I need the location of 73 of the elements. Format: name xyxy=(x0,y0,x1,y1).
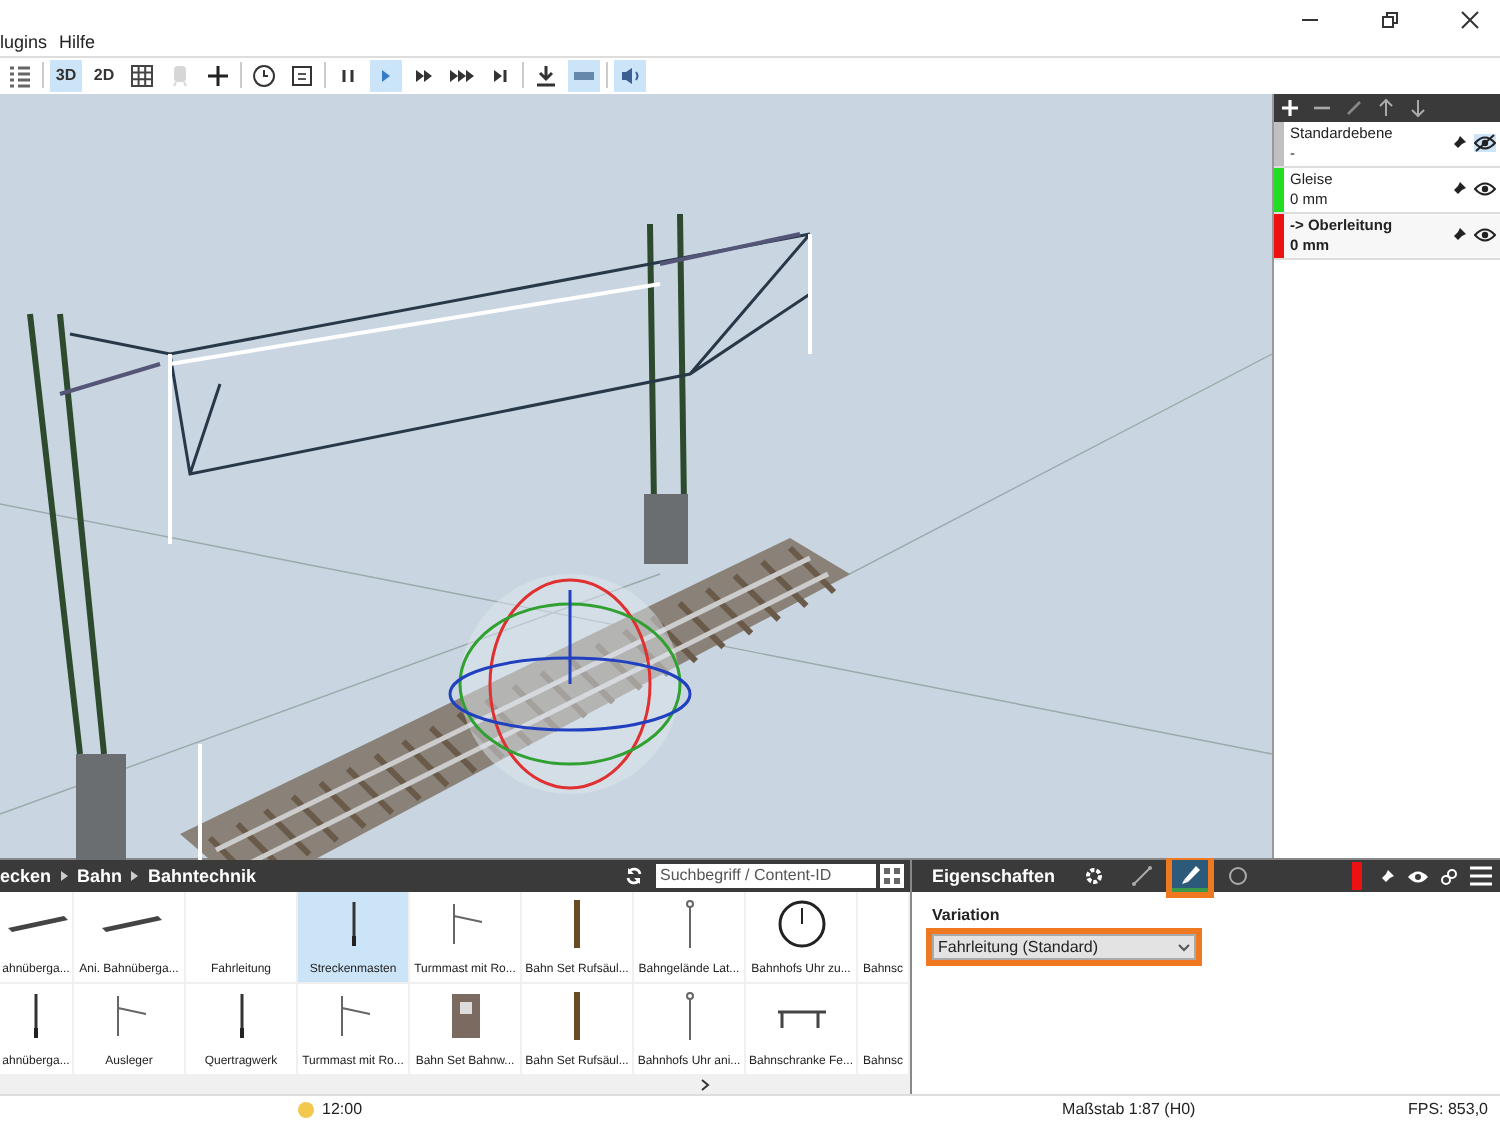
eye-icon[interactable] xyxy=(1474,180,1496,199)
variation-dropdown[interactable]: Fahrleitung (Standard) xyxy=(932,934,1196,961)
model-thumbnail xyxy=(685,992,693,1042)
chevron-right-icon xyxy=(59,870,70,883)
model-thumbnail xyxy=(340,995,370,1038)
fast-forward-icon xyxy=(416,69,432,82)
speaker-icon xyxy=(622,67,639,84)
panel-title: Eigenschaften xyxy=(932,863,1056,890)
eye-crossed-icon[interactable] xyxy=(1474,134,1496,153)
pause-icon xyxy=(342,68,354,84)
color-strip xyxy=(1352,862,1362,891)
pencil-icon[interactable] xyxy=(1344,97,1364,118)
fps-readout: FPS: 853,0 xyxy=(1407,1098,1488,1123)
toolbar-button[interactable]: 3D xyxy=(50,59,82,92)
breadcrumb-item[interactable]: Bahntechnik xyxy=(148,863,257,890)
link-icon[interactable] xyxy=(1440,867,1458,886)
model-thumbnail xyxy=(452,903,482,946)
model-thumbnail xyxy=(116,995,146,1038)
train-icon xyxy=(173,65,187,87)
grid-view-icon[interactable] xyxy=(880,864,904,889)
chevron-down-icon xyxy=(1178,943,1190,952)
search-field[interactable]: Suchbegriff / Content-ID xyxy=(656,864,876,889)
chevron-right-icon[interactable] xyxy=(700,1077,710,1092)
model-thumbnail xyxy=(775,1011,827,1030)
list-icon xyxy=(8,66,32,88)
toolbar-button[interactable]: 2D xyxy=(88,59,120,92)
model-thumbnail xyxy=(777,901,825,948)
brush-icon xyxy=(1181,866,1200,885)
menu-item[interactable]: lugins xyxy=(0,30,48,58)
plus-icon xyxy=(206,64,230,88)
faster-forward-icon xyxy=(450,69,474,82)
node-graph-icon xyxy=(1131,866,1152,887)
download-icon xyxy=(537,64,555,87)
model-thumbnail xyxy=(8,916,68,933)
arrow-up-icon[interactable] xyxy=(1376,97,1396,118)
clock-icon xyxy=(253,64,275,87)
breadcrumb-item[interactable]: ecken xyxy=(0,863,52,890)
breadcrumb-item[interactable]: Bahn xyxy=(77,863,123,890)
model-thumbnail xyxy=(573,900,579,949)
calendar-icon xyxy=(292,65,312,86)
toolbar-button[interactable] xyxy=(614,59,646,92)
grid-icon xyxy=(131,64,153,87)
gear-icon xyxy=(1085,868,1102,885)
pin-icon[interactable] xyxy=(1450,134,1468,153)
toolbar-button[interactable] xyxy=(126,59,158,92)
toolbar-button[interactable] xyxy=(248,59,280,92)
model-thumbnail xyxy=(451,994,479,1039)
viewport[interactable] xyxy=(0,93,1272,859)
pin-icon[interactable] xyxy=(1450,226,1468,245)
pin-icon[interactable] xyxy=(1450,180,1468,199)
model-thumbnail xyxy=(685,900,693,950)
refresh-icon[interactable] xyxy=(624,866,644,887)
plus-icon[interactable] xyxy=(1280,97,1300,118)
pin-icon[interactable] xyxy=(1378,867,1396,886)
close-icon[interactable] xyxy=(1460,10,1480,30)
model-thumbnail xyxy=(573,992,579,1041)
eye-icon[interactable] xyxy=(1408,869,1428,884)
time-readout: 12:00 xyxy=(322,1098,363,1123)
scale-readout: Maßstab 1:87 (H0) xyxy=(1062,1098,1196,1123)
menu-item[interactable]: Hilfe xyxy=(59,30,96,58)
field-label: Variation xyxy=(932,904,1002,929)
circle-icon xyxy=(1228,867,1247,886)
skip-end-icon xyxy=(494,69,507,82)
bar-icon xyxy=(574,71,594,80)
arrow-down-icon[interactable] xyxy=(1408,97,1428,118)
sun-icon xyxy=(298,1102,314,1119)
eye-icon[interactable] xyxy=(1474,226,1496,245)
restore-icon[interactable] xyxy=(1380,10,1400,30)
chevron-right-icon xyxy=(130,870,141,883)
model-thumbnail xyxy=(101,916,161,933)
menu-icon[interactable] xyxy=(1470,866,1492,887)
play-icon xyxy=(382,69,390,82)
properties-tab[interactable] xyxy=(1171,860,1208,893)
